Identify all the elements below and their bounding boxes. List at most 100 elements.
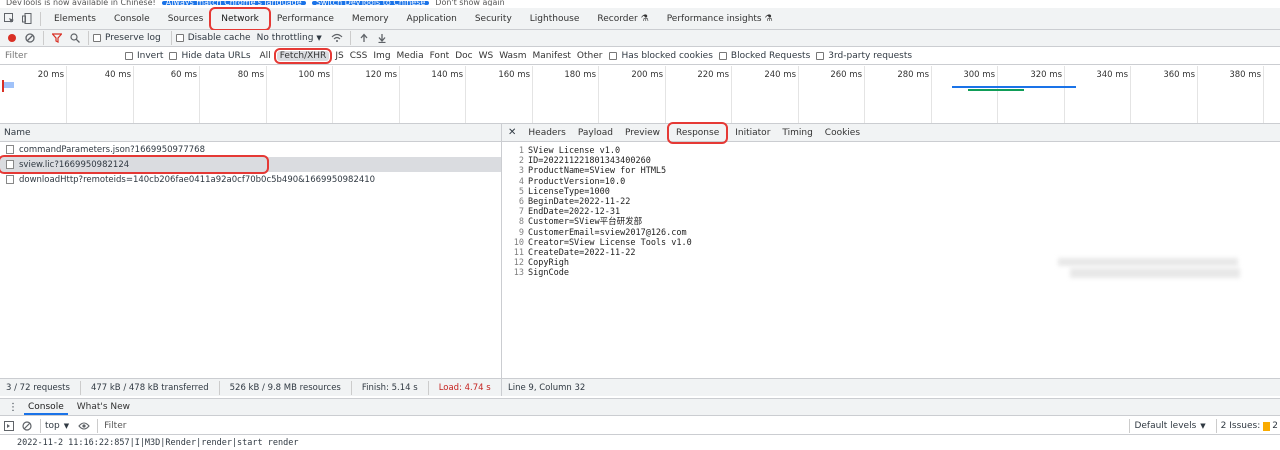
type-filter-doc[interactable]: Doc (452, 51, 475, 61)
export-har-icon[interactable] (373, 29, 391, 47)
line-number: 1 (518, 146, 524, 156)
log-levels-select[interactable]: Default levels ▼ (1134, 421, 1205, 431)
console-toolbar: top ▼ Filter Default levels ▼ 2 Issues: 2 (0, 418, 1280, 435)
filter-icon[interactable] (48, 29, 66, 47)
tab-recorder[interactable]: Recorder ⚗ (588, 10, 657, 28)
inspect-element-icon[interactable] (0, 10, 18, 28)
disable-cache-checkbox[interactable]: Disable cache (175, 33, 251, 43)
line-text: BeginDate=2022-11-22 (528, 196, 631, 207)
checkbox-box[interactable] (816, 52, 825, 60)
tab-performance[interactable]: Performance (268, 10, 343, 28)
line-number: 9 (518, 227, 524, 238)
line-text: Customer=SView平台研发部 (528, 217, 643, 228)
live-expression-eye-icon[interactable] (75, 417, 93, 435)
network-conditions-icon[interactable] (328, 29, 346, 47)
clear-icon[interactable] (21, 29, 39, 47)
drawer-tab-console[interactable]: Console (24, 399, 68, 415)
timeline-tick-label: 100 ms (298, 70, 330, 80)
type-filter-manifest[interactable]: Manifest (530, 51, 574, 61)
switch-language-button[interactable]: Switch DevTools to Chinese (311, 0, 430, 6)
drawer-tab-whats-new[interactable]: What's New (68, 399, 139, 415)
dont-show-again-button[interactable]: Don't show again (435, 0, 504, 6)
console-filter-input[interactable]: Filter (102, 421, 1125, 431)
request-row[interactable]: commandParameters.json?1669950977768 (0, 142, 501, 157)
throttling-select[interactable]: No throttling ▼ (257, 33, 322, 43)
tab-elements[interactable]: Elements (45, 10, 105, 28)
tab-lighthouse[interactable]: Lighthouse (521, 10, 589, 28)
main-tab-bar: Elements Console Sources Network Perform… (0, 6, 1280, 31)
console-sidebar-icon[interactable] (0, 417, 18, 435)
match-language-button[interactable]: Always match Chrome's language (161, 0, 306, 6)
tab-preview[interactable]: Preview (619, 125, 666, 141)
type-filter-font[interactable]: Font (427, 51, 453, 61)
finish-time: Finish: 5.14 s (361, 382, 418, 393)
tab-security[interactable]: Security (466, 10, 521, 28)
response-line: 9 CustomerEmail=sview2017@126.com (502, 228, 1280, 238)
throttling-value: No throttling (256, 33, 314, 43)
blocked-cookies-checkbox[interactable]: Has blocked cookies (609, 51, 713, 61)
divider (40, 11, 41, 26)
timeline-tick-label: 260 ms (830, 70, 862, 80)
checkbox-box[interactable] (169, 52, 178, 60)
type-filter-img[interactable]: Img (370, 51, 393, 61)
checkbox-box[interactable] (93, 34, 101, 42)
tab-network[interactable]: Network (209, 6, 271, 31)
tab-headers[interactable]: Headers (522, 125, 571, 141)
tab-application[interactable]: Application (398, 10, 466, 28)
drawer-menu-icon[interactable]: ⋮ (0, 402, 24, 413)
timeline-tick-label: 140 ms (431, 70, 463, 80)
line-text: CustomerEmail=sview2017@126.com (528, 227, 687, 238)
blocked-requests-checkbox[interactable]: Blocked Requests (718, 51, 810, 61)
timeline-overview[interactable]: 20 ms 40 ms 60 ms 80 ms 100 ms 120 ms 140 ms 16… (0, 66, 1280, 124)
chevron-down-icon: ▼ (63, 422, 70, 430)
name-column-header[interactable]: Name (0, 124, 501, 142)
hide-data-urls-checkbox[interactable]: Hide data URLs (169, 51, 251, 61)
invert-checkbox[interactable]: Invert (125, 51, 163, 61)
issues-button[interactable]: 2 Issues: 2 (1221, 421, 1278, 431)
tab-response[interactable]: Response (667, 121, 729, 144)
tab-console[interactable]: Console (105, 10, 159, 28)
type-filter-fetch-xhr[interactable]: Fetch/XHR (273, 48, 333, 64)
timeline-tick-label: 120 ms (365, 70, 397, 80)
redacted-region (1058, 258, 1238, 266)
line-number: 7 (518, 207, 524, 218)
tab-memory[interactable]: Memory (343, 10, 398, 28)
tab-cookies[interactable]: Cookies (819, 125, 866, 141)
checkbox-box[interactable] (718, 52, 727, 60)
tab-sources[interactable]: Sources (159, 10, 213, 28)
detail-tab-bar: ✕ Headers Payload Preview Response Initi… (502, 121, 1280, 144)
request-list-pane: Name commandParameters.json?166995097776… (0, 124, 502, 378)
checkbox-box[interactable] (175, 34, 184, 42)
request-name: commandParameters.json?1669950977768 (19, 144, 205, 155)
device-toolbar-icon[interactable] (18, 10, 36, 28)
tab-initiator[interactable]: Initiator (729, 125, 776, 141)
checkbox-box[interactable] (609, 52, 618, 60)
import-har-icon[interactable] (355, 29, 373, 47)
tab-payload[interactable]: Payload (572, 125, 619, 141)
third-party-checkbox[interactable]: 3rd-party requests (816, 51, 912, 61)
record-icon[interactable] (3, 29, 21, 47)
request-row[interactable]: downloadHttp?remoteids=140cb206fae0411a9… (0, 172, 501, 187)
type-filter-other[interactable]: Other (574, 51, 606, 61)
disable-cache-label: Disable cache (187, 33, 251, 43)
close-icon[interactable]: ✕ (506, 127, 522, 138)
type-filter-wasm[interactable]: Wasm (496, 51, 529, 61)
type-filter-css[interactable]: CSS (347, 51, 371, 61)
tab-performance-insights[interactable]: Performance insights ⚗ (658, 10, 782, 28)
filter-input[interactable] (5, 51, 125, 61)
line-number: 3 (518, 166, 524, 177)
preserve-log-checkbox[interactable]: Preserve log (93, 33, 161, 43)
timeline-gridline (399, 66, 400, 123)
clear-console-icon[interactable] (18, 417, 36, 435)
type-filter-all[interactable]: All (257, 51, 274, 61)
context-select[interactable]: top ▼ (45, 421, 69, 431)
checkbox-box[interactable] (125, 52, 133, 60)
type-filter-js[interactable]: JS (332, 51, 346, 61)
timeline-tick-label: 200 ms (631, 70, 663, 80)
divider (40, 419, 41, 433)
type-filter-ws[interactable]: WS (476, 51, 497, 61)
tab-timing[interactable]: Timing (776, 125, 818, 141)
request-row-selected[interactable]: sview.lic?1669950982124 (0, 155, 501, 174)
search-icon[interactable] (66, 29, 84, 47)
type-filter-media[interactable]: Media (394, 51, 427, 61)
